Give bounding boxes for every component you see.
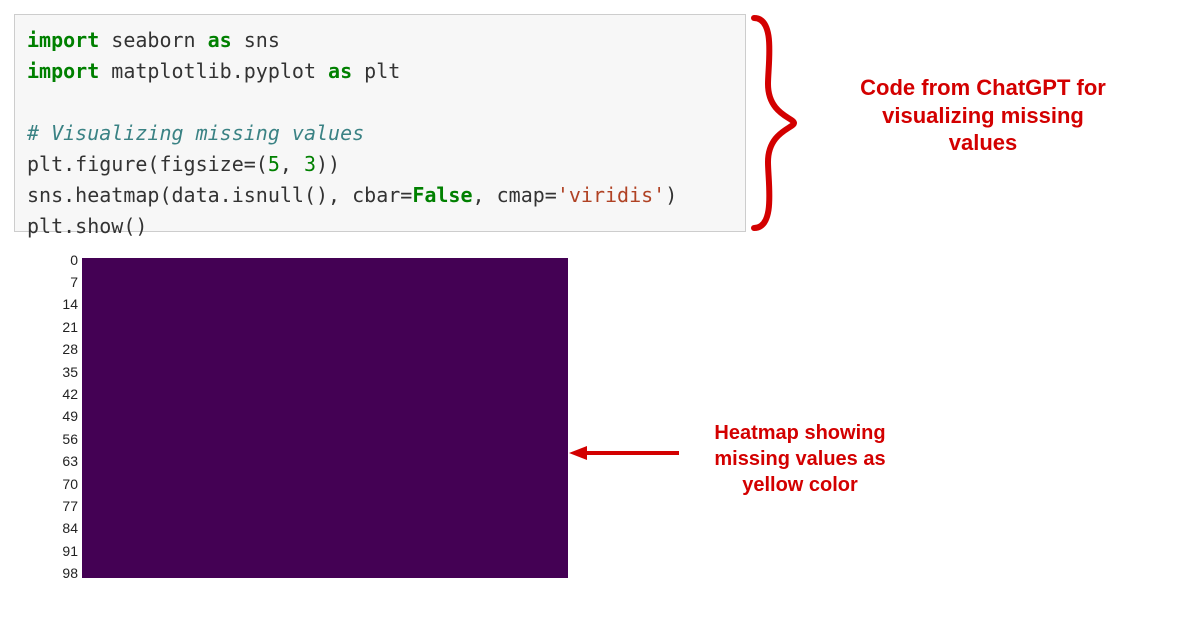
keyword-as: as [328, 59, 352, 83]
brace-icon [750, 14, 800, 232]
code-text: plt.figure(figsize=( [27, 152, 268, 176]
code-text: matplotlib.pyplot [99, 59, 328, 83]
code-bool: False [412, 183, 472, 207]
code-text: , cmap= [473, 183, 557, 207]
code-number: 3 [304, 152, 316, 176]
y-tick-label: 35 [48, 364, 78, 380]
keyword-import: import [27, 59, 99, 83]
code-text: ) [665, 183, 677, 207]
heatmap-chart: 0714212835424956637077849198 [48, 258, 568, 608]
code-string: 'viridis' [557, 183, 665, 207]
keyword-as: as [208, 28, 232, 52]
code-text: plt [352, 59, 400, 83]
x-axis [82, 584, 568, 608]
code-comment: # Visualizing missing values [27, 121, 364, 145]
code-text: sns [232, 28, 280, 52]
y-tick-label: 63 [48, 453, 78, 469]
y-tick-label: 7 [48, 274, 78, 290]
y-tick-label: 77 [48, 498, 78, 514]
code-text: sns.heatmap(data.isnull(), cbar= [27, 183, 412, 207]
y-tick-label: 28 [48, 341, 78, 357]
code-block: import seaborn as sns import matplotlib.… [14, 14, 746, 232]
y-tick-label: 42 [48, 386, 78, 402]
code-number: 5 [268, 152, 280, 176]
annotation-code-label: Code from ChatGPT for visualizing missin… [852, 74, 1114, 157]
y-axis: 0714212835424956637077849198 [48, 258, 82, 578]
code-text: plt.show() [27, 214, 147, 238]
y-tick-label: 0 [48, 252, 78, 268]
y-tick-label: 91 [48, 543, 78, 559]
y-tick-label: 49 [48, 408, 78, 424]
code-text: )) [316, 152, 340, 176]
code-text: , [280, 152, 304, 176]
code-text: seaborn [99, 28, 207, 52]
y-tick-label: 56 [48, 431, 78, 447]
heatmap-body [82, 258, 568, 578]
y-tick-label: 21 [48, 319, 78, 335]
y-tick-label: 14 [48, 296, 78, 312]
keyword-import: import [27, 28, 99, 52]
y-tick-label: 98 [48, 565, 78, 581]
y-tick-label: 84 [48, 520, 78, 536]
annotation-heatmap-label: Heatmap showing missing values as yellow… [690, 420, 910, 498]
arrow-left-icon [569, 446, 679, 460]
y-tick-label: 70 [48, 476, 78, 492]
